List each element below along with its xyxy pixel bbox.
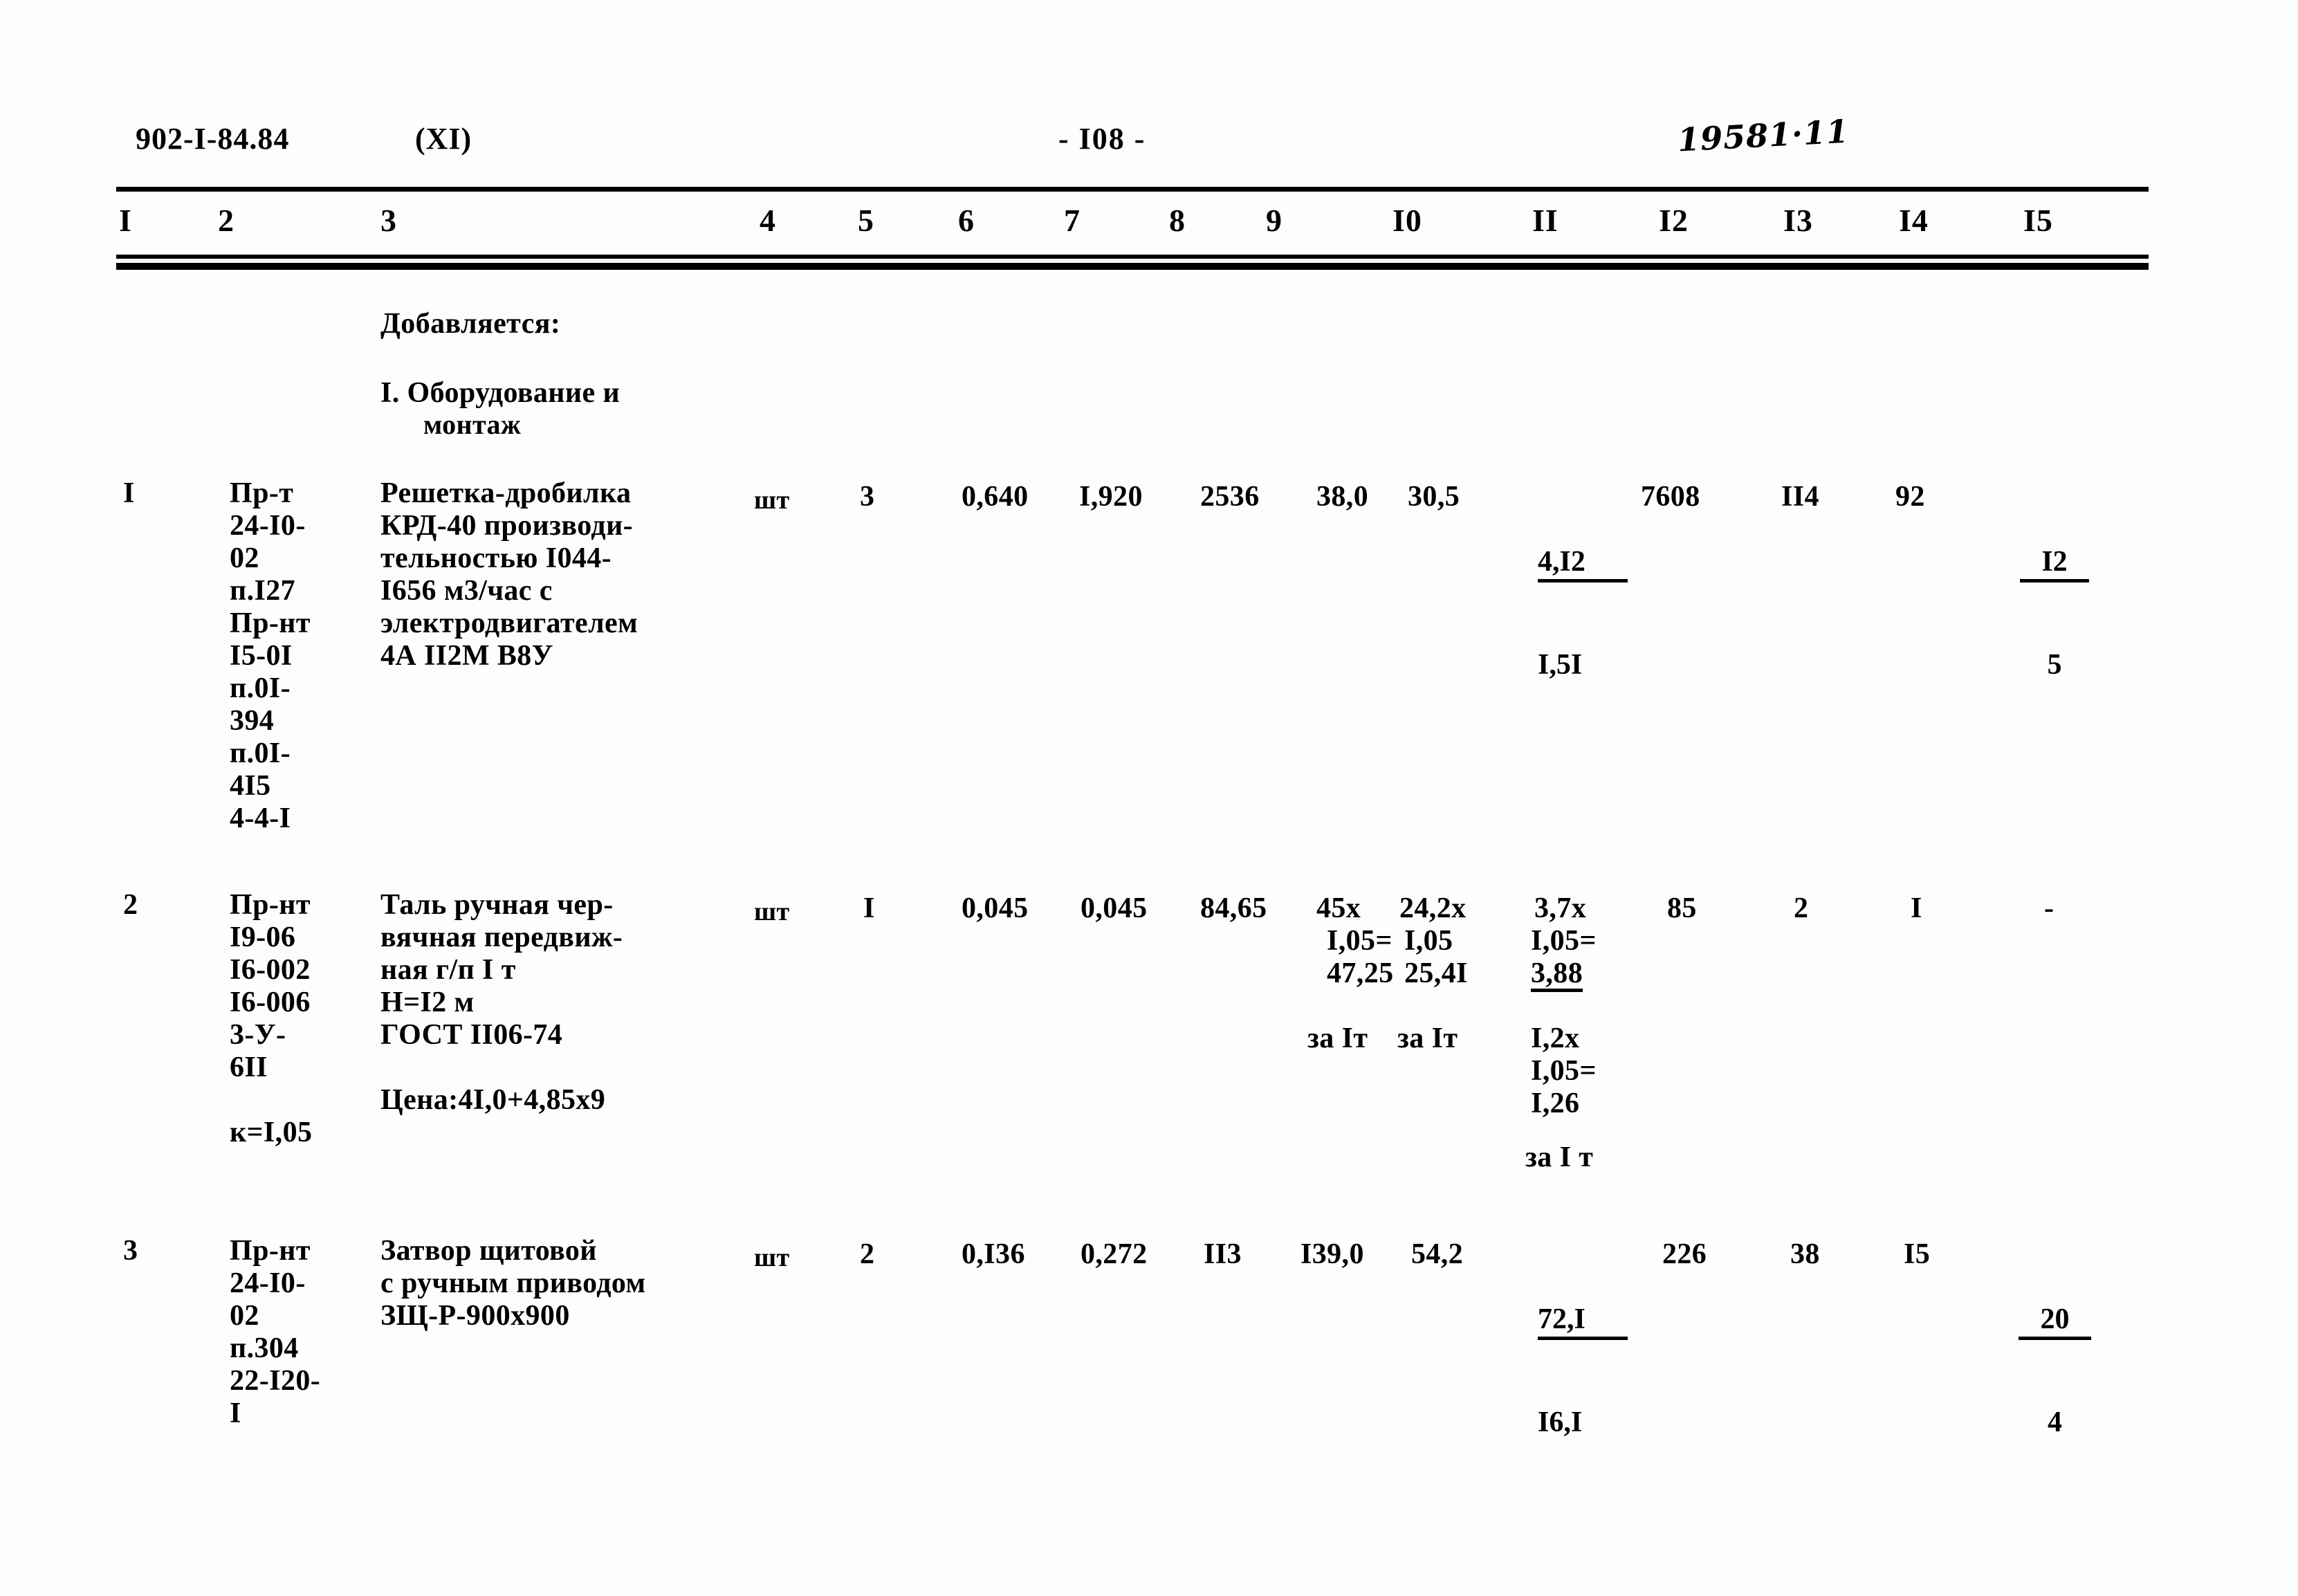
row-col8: II3 <box>1204 1238 1242 1270</box>
row-col11-line2: I,05= <box>1531 925 1597 957</box>
row-col15-numerator: I2 <box>2020 546 2089 583</box>
row-col15: - <box>2044 892 2055 924</box>
intro-line-section: I. Оборудование и <box>380 377 621 409</box>
row-quantity: 3 <box>860 481 875 513</box>
row-number: 2 <box>123 889 138 921</box>
row-col10-line4: за Iт <box>1397 1022 1458 1054</box>
row-col15-numerator: 20 <box>2019 1303 2091 1340</box>
row-col7: I,920 <box>1079 481 1143 513</box>
column-header-row: I 2 3 4 5 6 7 8 9 I0 II I2 I3 I4 I5 <box>0 202 2298 250</box>
row-col9-line2: I,05= <box>1327 925 1392 957</box>
column-header-7: 7 <box>1064 203 1081 238</box>
row-col11-line5: I,05= <box>1531 1055 1597 1087</box>
row-col14: 92 <box>1895 481 1925 513</box>
row-col9-line1: 45х <box>1316 892 1361 924</box>
row-col11-numerator: 72,I <box>1538 1303 1628 1340</box>
row-col13: 38 <box>1790 1238 1820 1270</box>
table-rule-top <box>116 187 2149 192</box>
row-col12: 85 <box>1667 892 1697 924</box>
column-header-6: 6 <box>958 203 975 238</box>
document-code: 902-I-84.84 <box>136 122 290 156</box>
row-col12: 226 <box>1662 1238 1707 1270</box>
row-unit: шт <box>754 486 790 515</box>
row-code-reference: Пр-т 24-I0- 02 п.I27 Пр-нт I5-0I п.0I- 3… <box>230 477 311 834</box>
row-col11-line7: за I т <box>1525 1141 1594 1173</box>
row-col15-denominator: 5 <box>2047 649 2062 681</box>
column-header-13: I3 <box>1783 203 1813 238</box>
row-unit: шт <box>754 897 790 926</box>
column-header-3: 3 <box>380 203 397 238</box>
row-col11-line3-value: 3,88 <box>1531 958 1583 992</box>
row-col12: 7608 <box>1641 481 1700 513</box>
column-header-14: I4 <box>1899 203 1929 238</box>
row-unit: шт <box>754 1243 790 1272</box>
table-rule-middle-thin <box>116 255 2149 259</box>
volume-number: (XI) <box>415 122 472 156</box>
row-col8: 2536 <box>1200 481 1260 513</box>
row-quantity: 2 <box>860 1238 875 1270</box>
row-col11-numerator: 4,I2 <box>1538 546 1628 583</box>
row-col9: I39,0 <box>1300 1238 1364 1270</box>
row-col9: 38,0 <box>1316 481 1369 513</box>
column-header-9: 9 <box>1266 203 1283 238</box>
row-col11-line6: I,26 <box>1531 1088 1580 1119</box>
row-col11-line4: I,2х <box>1531 1022 1580 1054</box>
row-col13: II4 <box>1781 481 1819 513</box>
row-description: Таль ручная чер- вячная передвиж- ная г/… <box>380 889 623 1116</box>
column-header-15: I5 <box>2023 203 2053 238</box>
row-number: 3 <box>123 1235 138 1267</box>
intro-line-section-cont: монтаж <box>423 409 522 440</box>
row-description: Затвор щитовой с ручным приводом ЗЩ-Р-90… <box>380 1235 646 1332</box>
row-col10: 30,5 <box>1408 481 1460 513</box>
row-col14: I5 <box>1904 1238 1931 1270</box>
column-header-8: 8 <box>1169 203 1186 238</box>
intro-line-added: Добавляется: <box>380 308 561 340</box>
column-header-11: II <box>1532 203 1559 238</box>
row-col6: 0,I36 <box>962 1238 1025 1270</box>
page-header: 902-I-84.84 (XI) - I08 - 19581·11 <box>0 113 2298 169</box>
column-header-5: 5 <box>858 203 874 238</box>
row-quantity: I <box>863 892 875 924</box>
row-col11-denominator: I,5I <box>1538 649 1583 681</box>
row-col9-line3: 47,25 <box>1327 957 1394 989</box>
table-rule-middle-thick <box>116 263 2149 270</box>
row-code-reference: Пр-нт I9-06 I6-002 I6-006 3-У- 6II к=I,0… <box>230 889 313 1148</box>
row-col11-line3: 3,88 <box>1531 957 1583 992</box>
column-header-1: I <box>119 203 132 238</box>
row-number: I <box>123 477 135 509</box>
row-col10-line3: 25,4I <box>1404 957 1468 989</box>
row-col11-fraction: 4,I2 I,5I <box>1538 481 1628 746</box>
row-col11-line1: 3,7х <box>1534 892 1587 924</box>
row-col15-fraction: I2 5 <box>2020 481 2089 746</box>
row-col11-denominator: I6,I <box>1538 1406 1583 1438</box>
row-col13: 2 <box>1794 892 1809 924</box>
handwritten-stamp: 19581·11 <box>1676 112 1850 159</box>
document-page: 902-I-84.84 (XI) - I08 - 19581·11 I 2 3 … <box>0 0 2298 1596</box>
row-col7: 0,045 <box>1081 892 1148 924</box>
row-col6: 0,045 <box>962 892 1029 924</box>
row-col11-fraction: 72,I I6,I <box>1538 1238 1628 1504</box>
row-col7: 0,272 <box>1081 1238 1148 1270</box>
column-header-4: 4 <box>760 203 776 238</box>
row-col10-line2: I,05 <box>1404 925 1453 957</box>
row-col9-line4: за Iт <box>1307 1022 1368 1054</box>
column-header-2: 2 <box>218 203 235 238</box>
row-code-reference: Пр-нт 24-I0- 02 п.304 22-I20- I <box>230 1235 321 1429</box>
row-col15-denominator: 4 <box>2048 1406 2062 1438</box>
row-col6: 0,640 <box>962 481 1029 513</box>
row-col10: 54,2 <box>1411 1238 1464 1270</box>
row-col14: I <box>1911 892 1922 924</box>
row-col15-fraction: 20 4 <box>2019 1238 2091 1504</box>
column-header-12: I2 <box>1659 203 1689 238</box>
page-number: - I08 - <box>1058 122 1146 156</box>
row-description: Решетка-дробилка КРД-40 производи- тельн… <box>380 477 638 672</box>
row-col8: 84,65 <box>1200 892 1267 924</box>
column-header-10: I0 <box>1392 203 1422 238</box>
row-col10-line1: 24,2х <box>1399 892 1467 924</box>
